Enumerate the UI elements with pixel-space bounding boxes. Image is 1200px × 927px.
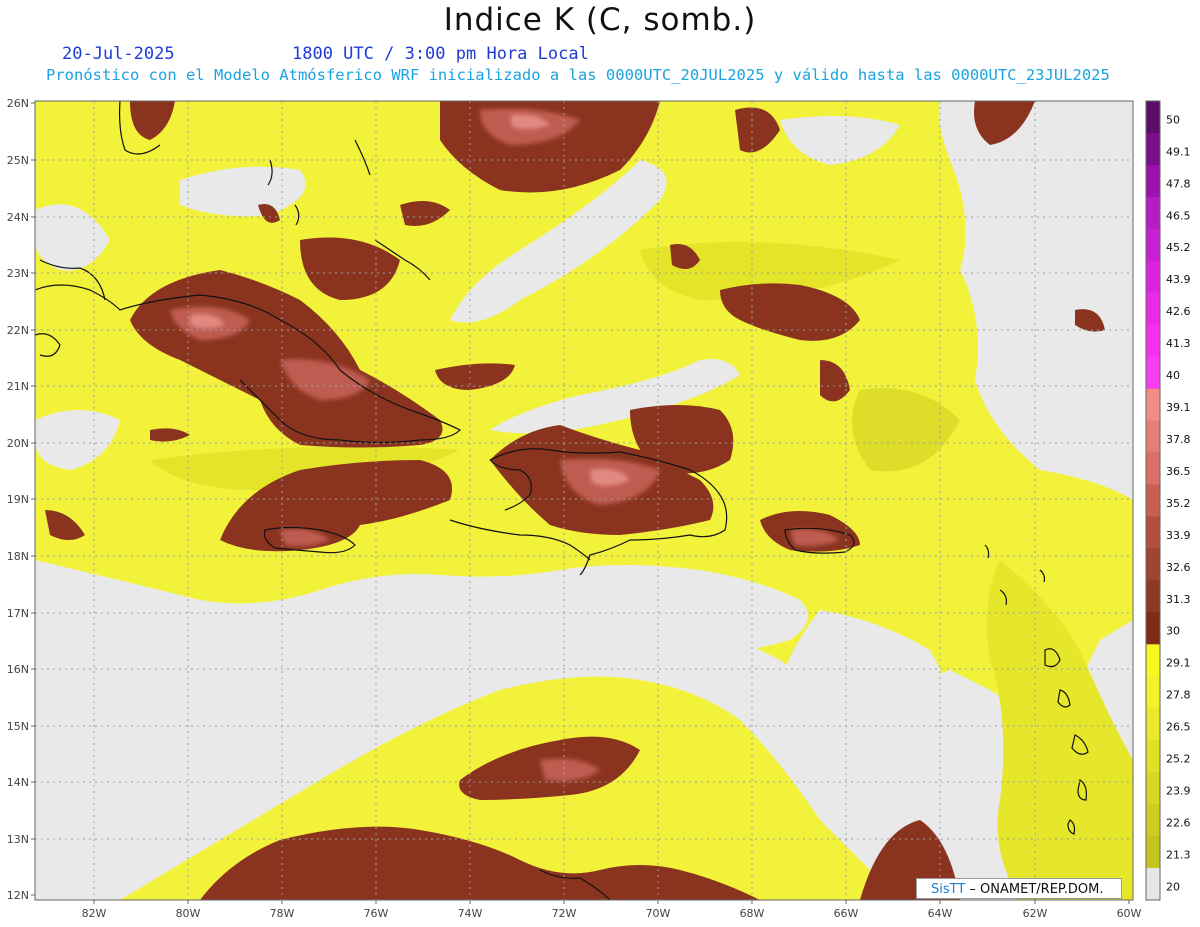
colorbar-swatch	[1146, 388, 1160, 422]
colorbar: 50 49.1 47.8 46.5 45.2 43.9 42.6 41.3 40 39.1 37.8…	[1145, 100, 1191, 901]
lat-label: 14N	[7, 776, 29, 789]
colorbar-swatch	[1146, 868, 1160, 901]
colorbar-label: 45.2	[1166, 241, 1191, 254]
colorbar-label: 23.9	[1166, 785, 1191, 798]
colorbar-label: 39.1	[1166, 401, 1191, 414]
colorbar-swatch	[1146, 356, 1160, 390]
credit-brand: SisTT	[931, 882, 966, 897]
colorbar-swatch	[1146, 101, 1160, 134]
lat-label: 13N	[7, 833, 29, 846]
lon-label: 62W	[1023, 907, 1048, 920]
colorbar-swatch	[1146, 420, 1160, 454]
colorbar-swatch	[1146, 196, 1160, 230]
lat-label: 23N	[7, 267, 29, 280]
colorbar-label: 42.6	[1166, 305, 1191, 318]
colorbar-swatch	[1146, 484, 1160, 517]
colorbar-swatch	[1146, 740, 1160, 773]
lon-label: 80W	[176, 907, 201, 920]
colorbar-label: 22.6	[1166, 816, 1191, 829]
lon-label: 66W	[834, 907, 859, 920]
lat-label: 20N	[7, 437, 29, 450]
colorbar-swatch	[1146, 644, 1160, 677]
lon-label: 78W	[270, 907, 295, 920]
colorbar-label: 29.1	[1166, 657, 1191, 670]
colorbar-swatch	[1146, 612, 1160, 645]
colorbar-swatch	[1146, 164, 1160, 198]
colorbar-label: 27.8	[1166, 689, 1191, 702]
lon-label: 72W	[552, 907, 577, 920]
lon-ticks	[93, 900, 1130, 904]
colorbar-swatch	[1146, 132, 1160, 166]
colorbar-swatch	[1146, 516, 1160, 549]
colorbar-label: 50	[1166, 113, 1180, 126]
colorbar-label: 35.2	[1166, 497, 1191, 510]
colorbar-swatch	[1146, 836, 1160, 869]
lon-labels: 82W 80W 78W 76W 74W 72W 70W 68W 66W 64W …	[82, 907, 1142, 920]
colorbar-label: 32.6	[1166, 561, 1191, 574]
lat-label: 25N	[7, 154, 29, 167]
lat-ticks	[31, 102, 35, 896]
colorbar-label: 20	[1166, 880, 1180, 893]
colorbar-label: 36.5	[1166, 465, 1191, 478]
colorbar-label: 49.1	[1166, 145, 1191, 158]
colorbar-label: 47.8	[1166, 177, 1191, 190]
lat-label: 22N	[7, 324, 29, 337]
colorbar-swatch	[1146, 324, 1160, 358]
colorbar-swatch	[1146, 580, 1160, 613]
colorbar-label: 40	[1166, 369, 1180, 382]
colorbar-label: 46.5	[1166, 209, 1191, 222]
lat-label: 12N	[7, 889, 29, 902]
lat-label: 19N	[7, 493, 29, 506]
colorbar-swatch	[1146, 676, 1160, 709]
lat-label: 16N	[7, 663, 29, 676]
colorbar-swatch	[1146, 708, 1160, 741]
lon-label: 74W	[458, 907, 483, 920]
colorbar-swatch	[1146, 548, 1160, 581]
colorbar-swatch	[1146, 804, 1160, 837]
lon-label: 68W	[740, 907, 765, 920]
lon-label: 70W	[646, 907, 671, 920]
lat-label: 24N	[7, 211, 29, 224]
colorbar-swatch	[1146, 292, 1160, 326]
colorbar-swatch	[1146, 772, 1160, 805]
lon-label: 82W	[82, 907, 107, 920]
lon-label: 60W	[1117, 907, 1142, 920]
colorbar-label: 37.8	[1166, 433, 1191, 446]
lon-label: 76W	[364, 907, 389, 920]
lon-label: 64W	[928, 907, 953, 920]
colorbar-swatch	[1146, 260, 1160, 294]
colorbar-swatch	[1146, 452, 1160, 486]
lat-label: 15N	[7, 720, 29, 733]
lat-label: 18N	[7, 550, 29, 563]
colorbar-label: 31.3	[1166, 593, 1191, 606]
map-figure: 26N 25N 24N 23N 22N 21N 20N 19N 18N 17N …	[7, 97, 1191, 920]
lat-label: 21N	[7, 380, 29, 393]
lat-label: 26N	[7, 97, 29, 110]
colorbar-label: 25.2	[1166, 753, 1191, 766]
lat-labels: 26N 25N 24N 23N 22N 21N 20N 19N 18N 17N …	[7, 97, 29, 902]
colorbar-label: 33.9	[1166, 529, 1191, 542]
colorbar-swatch	[1146, 228, 1160, 262]
lat-label: 17N	[7, 607, 29, 620]
colorbar-label: 30	[1166, 625, 1180, 638]
credit-org: – ONAMET/REP.DOM.	[965, 882, 1104, 897]
colorbar-label: 41.3	[1166, 337, 1191, 350]
colorbar-label: 21.3	[1166, 848, 1191, 861]
colorbar-label: 26.5	[1166, 721, 1191, 734]
credit-box: SisTT – ONAMET/REP.DOM.	[916, 878, 1122, 899]
colorbar-label: 43.9	[1166, 273, 1191, 286]
